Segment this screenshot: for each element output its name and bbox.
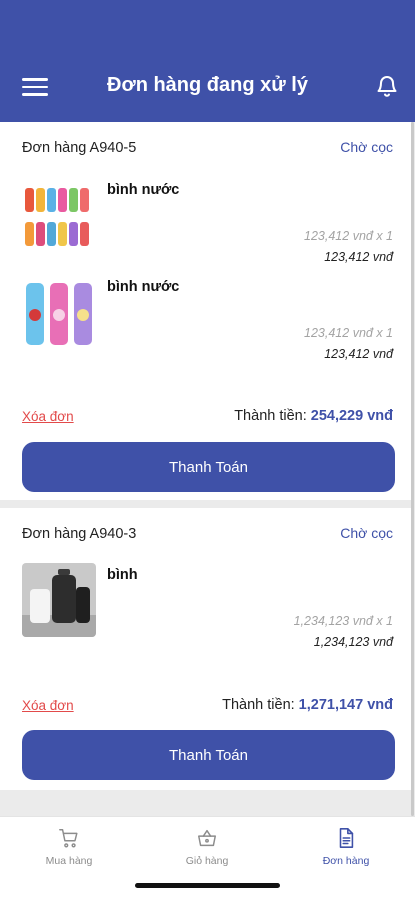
kettle-set-thumbnail	[22, 563, 96, 637]
order-id: Đơn hàng A940-3	[22, 526, 137, 542]
item-name: bình	[107, 567, 138, 583]
page-title: Đơn hàng đang xử lý	[107, 74, 308, 96]
total-amount: 254,229 vnđ	[310, 408, 393, 424]
total-label: Thành tiền:	[222, 697, 295, 713]
item-line-total: 123,412 vnđ	[324, 347, 393, 361]
item-line-total: 123,412 vnđ	[324, 250, 393, 264]
tab-orders[interactable]: Đơn hàng	[277, 827, 415, 867]
item-line-total: 1,234,123 vnđ	[313, 635, 393, 649]
total-amount: 1,271,147 vnđ	[298, 697, 393, 713]
order-item[interactable]: bình nước 123,412 vnđ x 1 123,412 vnđ	[0, 178, 411, 268]
pay-button[interactable]: Thanh Toán	[22, 730, 395, 780]
home-indicator	[135, 883, 280, 888]
colorful-bottles-thumbnail	[22, 178, 96, 252]
app-header: Đơn hàng đang xử lý	[0, 0, 415, 122]
order-status[interactable]: Chờ cọc	[340, 139, 393, 155]
pay-button[interactable]: Thanh Toán	[22, 442, 395, 492]
item-unit-price: 1,234,123 vnđ x 1	[293, 614, 393, 628]
tab-buy[interactable]: Mua hàng	[0, 827, 138, 867]
tab-label: Mua hàng	[45, 855, 93, 867]
tab-label: Đơn hàng	[322, 855, 370, 867]
item-unit-price: 123,412 vnđ x 1	[304, 326, 393, 340]
order-status[interactable]: Chờ cọc	[340, 525, 393, 541]
delete-order-link[interactable]: Xóa đơn	[22, 409, 74, 424]
basket-icon	[196, 827, 218, 849]
total-label: Thành tiền:	[234, 408, 307, 424]
orders-list[interactable]: Đơn hàng A940-5 Chờ cọc bình nước 123,41…	[0, 122, 415, 816]
character-bottles-thumbnail	[22, 275, 96, 349]
document-icon	[335, 827, 357, 849]
order-id: Đơn hàng A940-5	[22, 140, 137, 156]
tab-cart[interactable]: Giỏ hàng	[138, 827, 276, 867]
order-card: Đơn hàng A940-5 Chờ cọc bình nước 123,41…	[0, 122, 411, 500]
bell-icon[interactable]	[375, 74, 399, 98]
shopping-cart-icon	[58, 827, 80, 849]
tab-label: Giỏ hàng	[185, 855, 229, 867]
item-name: bình nước	[107, 279, 180, 295]
order-item[interactable]: bình 1,234,123 vnđ x 1 1,234,123 vnđ	[0, 563, 411, 653]
item-name: bình nước	[107, 182, 180, 198]
order-item[interactable]: bình nước 123,412 vnđ x 1 123,412 vnđ	[0, 275, 411, 365]
order-total: Thành tiền: 1,271,147 vnđ	[222, 697, 393, 713]
item-unit-price: 123,412 vnđ x 1	[304, 229, 393, 243]
order-total: Thành tiền: 254,229 vnđ	[234, 408, 393, 424]
delete-order-link[interactable]: Xóa đơn	[22, 698, 74, 713]
scrollbar[interactable]	[411, 122, 414, 816]
order-card: Đơn hàng A940-3 Chờ cọc bình 1,234,123 v…	[0, 508, 411, 790]
